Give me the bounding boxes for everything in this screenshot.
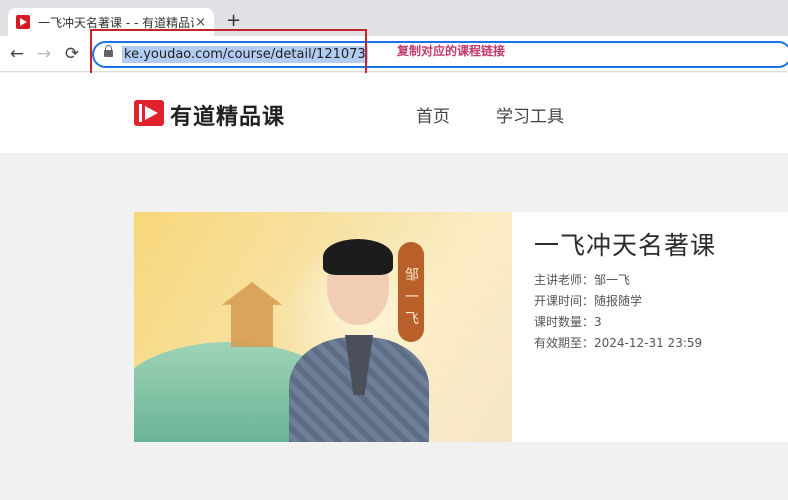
course-start-time: 开课时间：随报随学 (534, 294, 643, 308)
course-card: 邹一飞 一飞冲天名著课 主讲老师：邹一飞 开课时间：随报随学 课时数量：3 有效… (134, 212, 788, 442)
tab-title: 一飞冲天名著课 - - 有道精品课 (38, 15, 194, 30)
browser-toolbar: ← → ⟳ ke.youdao.com/course/detail/121073 (0, 36, 788, 72)
address-bar-url[interactable]: ke.youdao.com/course/detail/121073 (122, 46, 368, 63)
annotation-note: 复制对应的课程链接 (397, 44, 506, 58)
back-arrow-icon[interactable]: ← (6, 43, 28, 65)
course-title: 一飞冲天名著课 (534, 231, 717, 260)
cover-pagoda-illustration (222, 282, 282, 347)
browser-tab-strip: 一飞冲天名著课 - - 有道精品课 × + (0, 0, 788, 36)
youdao-favicon-icon (16, 15, 30, 29)
new-tab-button[interactable]: + (226, 10, 241, 31)
course-teacher: 主讲老师：邹一飞 (534, 273, 631, 287)
youdao-logo-icon[interactable] (134, 100, 164, 126)
cover-calligraphy-decoration (434, 232, 484, 322)
cover-name-tag: 邹一飞 (398, 242, 424, 342)
lock-icon[interactable] (104, 45, 113, 57)
course-expiry: 有效期至：2024-12-31 23:59 (534, 336, 703, 350)
forward-arrow-icon[interactable]: → (33, 43, 55, 65)
course-lesson-count: 课时数量：3 (534, 315, 602, 329)
site-logo-text[interactable]: 有道精品课 (170, 99, 285, 131)
teacher-hair (323, 239, 393, 275)
nav-learning-tools-link[interactable]: 学习工具 (496, 102, 564, 127)
reload-icon[interactable]: ⟳ (61, 43, 83, 65)
tab-close-icon[interactable]: × (195, 15, 206, 30)
course-cover-image[interactable]: 邹一飞 (134, 212, 512, 442)
site-header: 有道精品课 首页 学习工具 (0, 73, 788, 153)
course-info: 一飞冲天名著课 主讲老师：邹一飞 开课时间：随报随学 课时数量：3 有效期至：2… (534, 226, 716, 354)
browser-tab[interactable]: 一飞冲天名著课 - - 有道精品课 × (8, 8, 214, 36)
nav-home-link[interactable]: 首页 (416, 102, 450, 127)
